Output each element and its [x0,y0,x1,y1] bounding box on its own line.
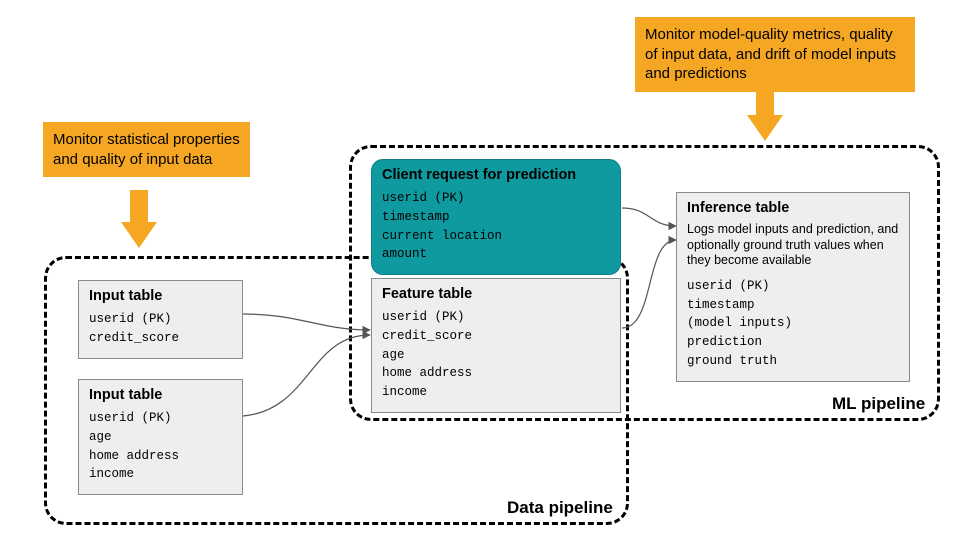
callout-arrow-stem-left [130,190,148,225]
input-table-2: Input table userid (PK) age home address… [78,379,243,495]
input-table-2-fields: userid (PK) age home address income [89,409,232,484]
callout-monitor-input-data: Monitor statistical properties and quali… [43,122,250,177]
inference-table-fields: userid (PK) timestamp (model inputs) pre… [687,277,899,371]
feature-table: Feature table userid (PK) credit_score a… [371,278,621,413]
feature-table-title: Feature table [382,286,610,302]
region-label-ml-pipeline: ML pipeline [832,394,925,414]
input-table-2-title: Input table [89,387,232,403]
callout-arrow-head-left [121,222,157,248]
input-table-1: Input table userid (PK) credit_score [78,280,243,359]
input-table-1-title: Input table [89,288,232,304]
input-table-1-fields: userid (PK) credit_score [89,310,232,348]
callout-monitor-model-quality: Monitor model-quality metrics, quality o… [635,17,915,92]
inference-table: Inference table Logs model inputs and pr… [676,192,910,382]
feature-table-fields: userid (PK) credit_score age home addres… [382,308,610,402]
region-label-data-pipeline: Data pipeline [507,498,613,518]
inference-table-title: Inference table [687,200,899,216]
client-request-fields: userid (PK) timestamp current location a… [382,189,610,264]
client-request-title: Client request for prediction [382,167,610,183]
callout-arrow-head-right [747,115,783,141]
inference-table-desc: Logs model inputs and prediction, and op… [687,222,899,269]
callout-arrow-stem-right [756,83,774,118]
client-request-table: Client request for prediction userid (PK… [371,159,621,275]
